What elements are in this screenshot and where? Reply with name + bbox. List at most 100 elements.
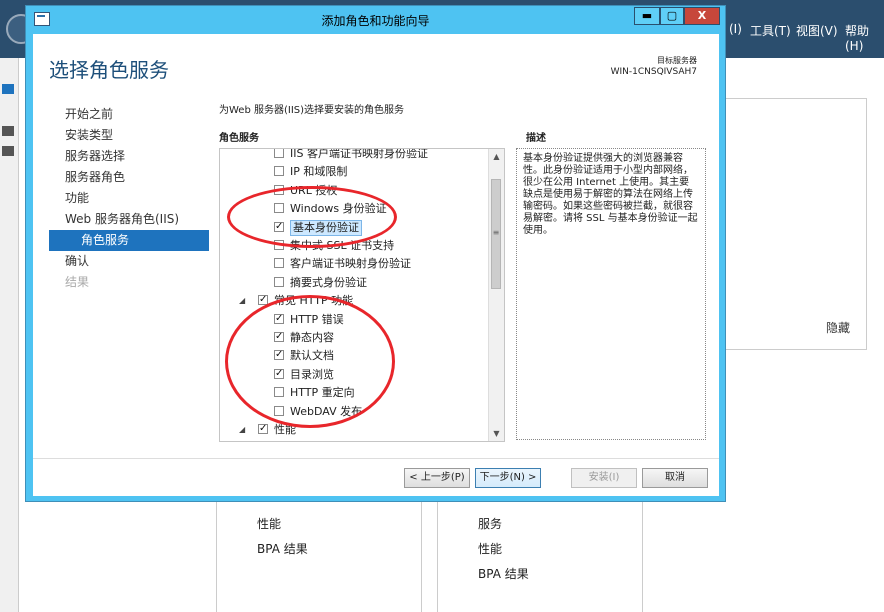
local-server-icon[interactable] (2, 126, 14, 136)
expander-icon[interactable]: ◢ (239, 292, 245, 310)
nav-item[interactable]: 服务器选择 (49, 146, 209, 167)
card-item-performance[interactable]: 性能 (257, 515, 281, 532)
maximize-button[interactable]: ▢ (660, 7, 684, 25)
tree-row[interactable]: 摘要式身份验证 (220, 274, 490, 292)
description-header: 描述 (526, 133, 546, 144)
tree-row[interactable]: IP 和域限制 (220, 163, 490, 181)
nav-item[interactable]: 确认 (49, 251, 209, 272)
checkbox[interactable] (274, 240, 284, 250)
checkbox[interactable] (258, 291, 268, 309)
tree-row-label: IP 和域限制 (290, 165, 348, 179)
dialog-titlebar[interactable]: 添加角色和功能向导 ▬ ▢ X (26, 6, 725, 33)
tree-row[interactable]: WebDAV 发布 (220, 403, 490, 421)
card-item-services[interactable]: 服务 (478, 515, 502, 532)
tree-row-label: 集中式 SSL 证书支持 (290, 239, 395, 252)
close-button[interactable]: X (684, 7, 720, 25)
tree-row[interactable]: ◢ 常见 HTTP 功能 (220, 291, 490, 310)
previous-button[interactable]: < 上一步(P) (404, 468, 470, 488)
server-card-1: 性能 BPA 结果 (216, 498, 422, 612)
scroll-up-icon[interactable]: ▲ (489, 149, 504, 164)
cancel-button[interactable]: 取消 (642, 468, 708, 488)
nav-item[interactable]: 功能 (49, 188, 209, 209)
footer-divider (33, 458, 719, 459)
role-services-tree[interactable]: ◢ 性能 WebDAV 发布 HTTP 重定向目录浏览 默认文档 静态内容 HTTP 错误 ◢… (219, 148, 505, 442)
dashboard-icon[interactable] (2, 84, 14, 94)
dialog-client-area: 选择角色服务 目标服务器 WIN-1CNSQIVSAH7 开始之前 安装类型 服务器… (33, 34, 719, 496)
hide-link[interactable]: 隐藏 (826, 319, 850, 336)
menu-item-view[interactable]: 视图(V) (796, 22, 838, 39)
card-item-bpa[interactable]: BPA 结果 (257, 540, 308, 557)
tree-row-label: URL 授权 (290, 183, 338, 197)
card-item-performance[interactable]: 性能 (478, 540, 502, 557)
tree-row[interactable]: HTTP 错误 (220, 310, 490, 329)
card-item-bpa[interactable]: BPA 结果 (478, 565, 529, 582)
add-roles-wizard-dialog: 添加角色和功能向导 ▬ ▢ X 选择角色服务 目标服务器 WIN-1CNSQIV… (25, 5, 726, 502)
nav-item[interactable]: 服务器角色 (49, 167, 209, 188)
tree-row-label: 性能 (274, 423, 296, 436)
checkbox[interactable] (274, 166, 284, 177)
tree-row[interactable]: ◢ 性能 (220, 420, 490, 439)
page-title: 选择角色服务 (49, 58, 169, 82)
nav-item[interactable]: 开始之前 (49, 104, 209, 125)
server-card-2: 服务 性能 BPA 结果 (437, 498, 643, 612)
checkbox[interactable] (274, 203, 284, 214)
checkbox[interactable] (274, 310, 284, 328)
tree-row-label: Windows 身份验证 (290, 202, 387, 216)
tree-row-label: 静态内容 (290, 331, 334, 344)
minimize-button[interactable]: ▬ (634, 7, 660, 25)
tree-row-label: 目录浏览 (290, 367, 334, 381)
dialog-title: 添加角色和功能向导 (321, 14, 430, 28)
tree-row[interactable]: 客户端证书映射身份验证 (220, 255, 490, 273)
tree-row[interactable]: Windows 身份验证 (220, 200, 490, 218)
install-button: 安装(I) (571, 468, 637, 488)
checkbox[interactable] (258, 420, 268, 438)
tree-row-label: IIS 客户端证书映射身份验证 (290, 148, 428, 160)
nav-item[interactable]: Web 服务器角色(IIS) (49, 209, 209, 230)
nav-item: 结果 (65, 275, 90, 289)
tree-row[interactable]: 集中式 SSL 证书支持 (220, 237, 490, 255)
expander-icon[interactable]: ◢ (239, 421, 245, 439)
target-server-label: 目标服务器 (657, 56, 697, 65)
checkbox[interactable] (274, 328, 284, 346)
grip-icon: ≡ (492, 228, 500, 237)
tree-row[interactable]: IIS 客户端证书映射身份验证 (220, 148, 490, 163)
checkbox[interactable] (274, 405, 284, 416)
scroll-down-icon[interactable]: ▼ (489, 426, 504, 441)
tree-row[interactable]: 基本身份验证 (220, 218, 490, 237)
next-button[interactable]: 下一步(N) > (475, 468, 541, 488)
target-server-name: WIN-1CNSQIVSAH7 (610, 67, 697, 77)
checkbox[interactable] (274, 149, 284, 158)
tree-row[interactable]: URL 授权 (220, 182, 490, 200)
checkbox[interactable] (274, 365, 284, 383)
roles-header: 角色服务 (219, 133, 259, 144)
checkbox[interactable] (274, 218, 284, 236)
description-box: 基本身份验证提供强大的浏览器兼容性。此身份验证适用于小型内部网络，很少在公用 I… (516, 148, 706, 440)
tree-row-label: 默认文档 (290, 349, 334, 363)
tree-row-label: 摘要式身份验证 (290, 275, 367, 289)
checkbox[interactable] (274, 184, 284, 195)
tree-row-label: HTTP 错误 (290, 312, 344, 326)
checkbox[interactable] (274, 276, 284, 287)
checkbox[interactable] (274, 387, 284, 398)
scroll-thumb[interactable]: ≡ (491, 179, 501, 289)
tree-row-label: 常见 HTTP 功能 (274, 294, 354, 308)
instruction-text: 为Web 服务器(IIS)选择要安装的角色服务 (219, 105, 405, 116)
menu-item-manage[interactable]: (I) (729, 22, 742, 36)
tree-scrollbar[interactable]: ▲ ≡ ▼ (488, 149, 504, 441)
tree-row[interactable]: 默认文档 (220, 346, 490, 365)
tree-row-label: WebDAV 发布 (290, 404, 363, 418)
tree-row-label: HTTP 重定向 (290, 386, 355, 400)
checkbox[interactable] (274, 346, 284, 364)
tree-row-label: 客户端证书映射身份验证 (290, 257, 411, 271)
checkbox[interactable] (274, 258, 284, 269)
menu-item-tools[interactable]: 工具(T) (750, 22, 791, 39)
tree-row[interactable]: 目录浏览 (220, 365, 490, 384)
hide-panel: 隐藏 (702, 98, 867, 350)
tree-row[interactable]: 静态内容 (220, 328, 490, 347)
menu-item-help[interactable]: 帮助(H) (845, 22, 884, 53)
nav-item[interactable]: 角色服务 (49, 230, 209, 251)
tree-row-label: 基本身份验证 (290, 219, 362, 236)
tree-row[interactable]: HTTP 重定向 (220, 384, 490, 402)
all-servers-icon[interactable] (2, 146, 14, 156)
nav-item[interactable]: 安装类型 (49, 125, 209, 146)
